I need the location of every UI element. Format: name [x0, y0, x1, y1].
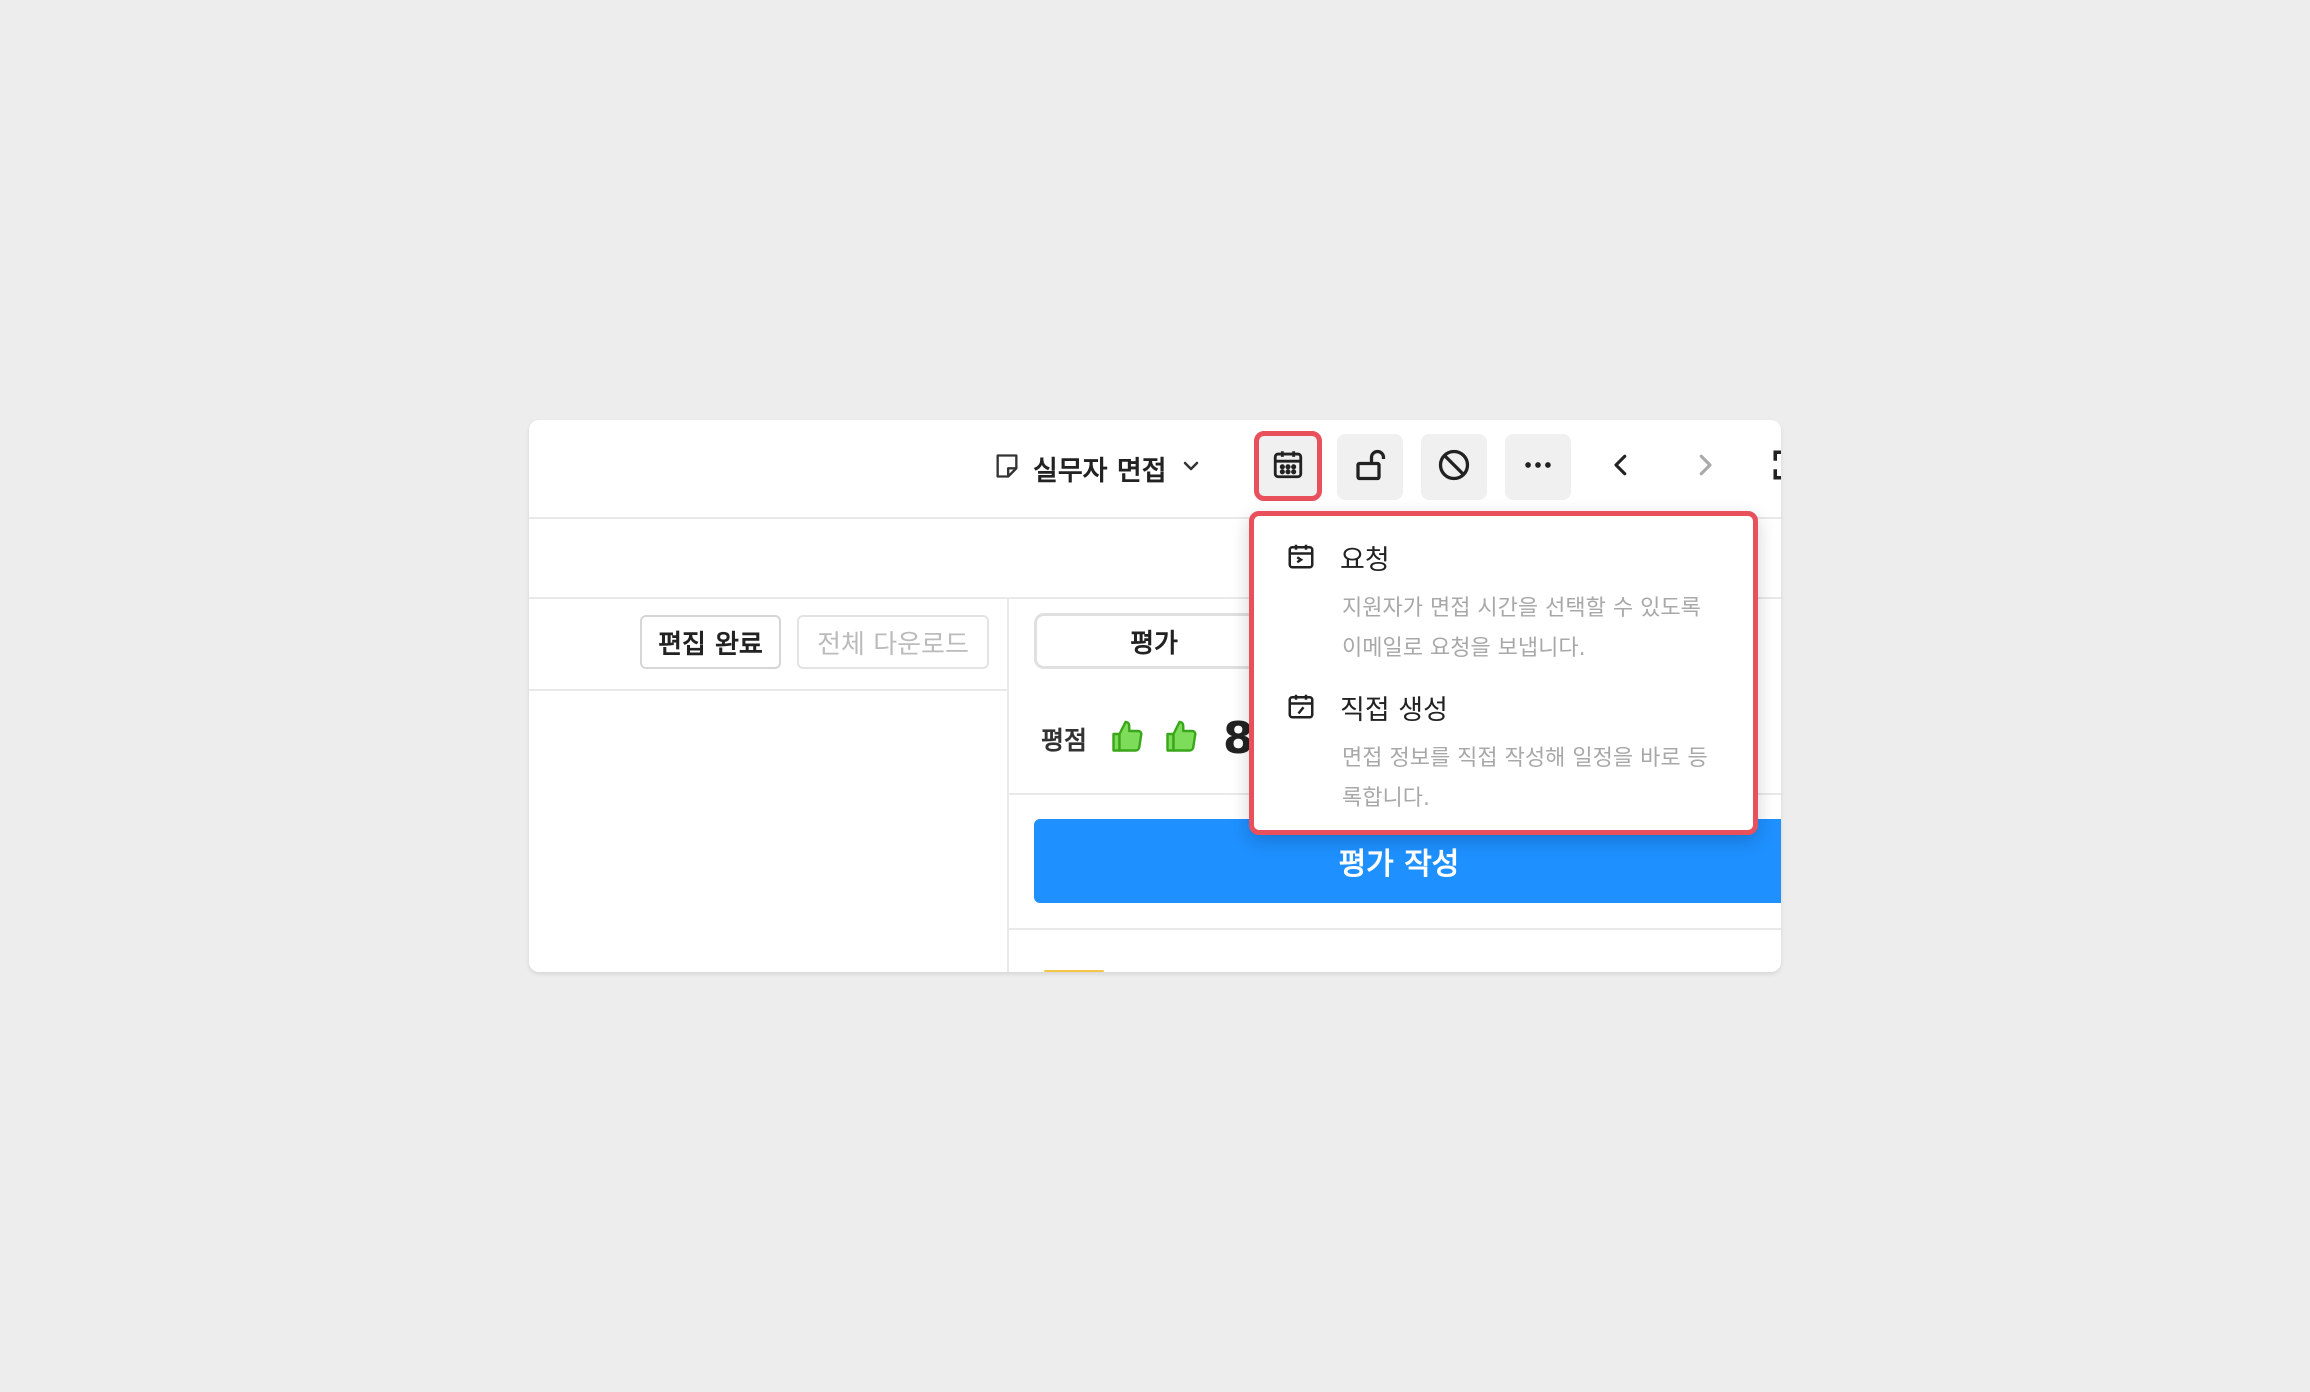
menu-item-desc-line: 이메일로 요청을 보냅니다. [1342, 636, 1586, 661]
menu-item-title: 요청 [1340, 545, 1390, 576]
menu-item-title: 직접 생성 [1340, 695, 1448, 726]
unlock-icon [1352, 447, 1388, 487]
panel-divider [1007, 597, 1009, 972]
menu-item-desc-line: 록합니다. [1342, 786, 1430, 811]
menu-item-description: 면접 정보를 직접 작성해 일정을 바로 등 록합니다. [1342, 739, 1742, 819]
calendar-request-icon [1286, 541, 1316, 575]
divider [529, 689, 1007, 691]
chevron-down-icon [1179, 454, 1203, 482]
menu-item-desc-line: 지원자가 면접 시간을 선택할 수 있도록 [1342, 596, 1701, 621]
more-icon [1521, 448, 1555, 486]
calendar-edit-icon [1286, 691, 1316, 725]
schedule-button[interactable] [1254, 431, 1322, 501]
thumbs-up-icon [1163, 719, 1199, 759]
divider [1007, 928, 1781, 930]
rating-label: 평점 [1041, 725, 1088, 755]
thumbs-up-icon [1109, 719, 1145, 759]
menu-item-desc-line: 면접 정보를 직접 작성해 일정을 바로 등 [1342, 746, 1708, 771]
expand-icon [1771, 448, 1781, 486]
edit-done-button[interactable]: 편집 완료 [640, 615, 781, 669]
menu-item-description: 지원자가 면접 시간을 선택할 수 있도록 이메일로 요청을 보냅니다. [1342, 589, 1742, 669]
schedule-dropdown-menu: 요청 지원자가 면접 시간을 선택할 수 있도록 이메일로 요청을 보냅니다. … [1249, 511, 1758, 835]
more-button[interactable] [1505, 434, 1571, 500]
calendar-icon [1271, 447, 1305, 485]
expand-button[interactable] [1755, 434, 1781, 500]
previous-button[interactable] [1588, 434, 1654, 500]
tab-evaluation[interactable]: 평가 [1034, 613, 1274, 669]
menu-item-request[interactable]: 요청 지원자가 면접 시간을 선택할 수 있도록 이메일로 요청을 보냅니다. [1286, 538, 1733, 669]
reject-button[interactable] [1421, 434, 1487, 500]
rating-summary: 평점 8 [1041, 713, 1254, 764]
lock-toggle-button[interactable] [1337, 434, 1403, 500]
memo-icon [993, 452, 1021, 484]
interview-stage-select[interactable]: 실무자 면접 [993, 446, 1203, 490]
interview-stage-label: 실무자 면접 [1033, 455, 1167, 487]
chevron-right-icon [1690, 450, 1720, 484]
chevron-left-icon [1606, 450, 1636, 484]
write-evaluation-label: 평가 작성 [1338, 847, 1460, 882]
next-section-indicator [1044, 970, 1104, 972]
next-button[interactable] [1672, 434, 1738, 500]
menu-item-create-directly[interactable]: 직접 생성 면접 정보를 직접 작성해 일정을 바로 등 록합니다. [1286, 688, 1733, 819]
download-all-button[interactable]: 전체 다운로드 [797, 615, 989, 669]
block-icon [1436, 447, 1472, 487]
